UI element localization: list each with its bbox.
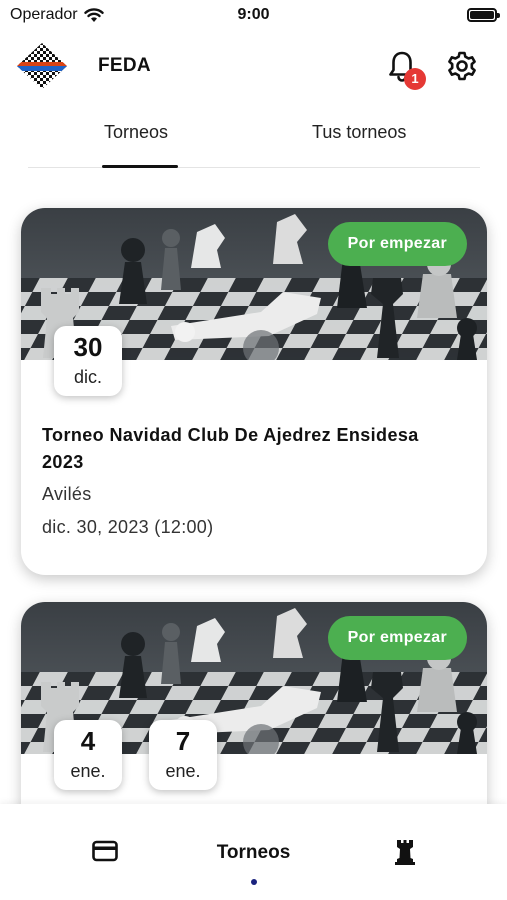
date-month: ene. [165, 761, 201, 781]
date-day: 4 [80, 726, 96, 756]
app-bar: FEDA 1 [0, 38, 507, 94]
feda-logo [17, 43, 67, 89]
active-tab-indicator [102, 165, 178, 168]
date-day: 7 [175, 726, 191, 756]
tournament-city: Avilés [42, 484, 92, 504]
start-date-box: 4 ene. [54, 720, 122, 790]
tab-bar: Torneos Tus torneos [28, 110, 480, 168]
date-day: 30 [73, 332, 103, 362]
active-nav-indicator [251, 879, 257, 885]
notification-badge: 1 [404, 68, 426, 90]
tournament-card[interactable]: Por empezar 30 dic. Torneo Navidad Club … [21, 208, 487, 575]
status-badge: Por empezar [327, 222, 467, 266]
clock: 9:00 [237, 6, 270, 23]
tournament-card[interactable]: Por empezar 4 ene. 7 ene. [21, 602, 487, 832]
tournament-title: Torneo Navidad Club De Ajedrez Ensidesa … [42, 425, 419, 472]
chess-rook-icon[interactable] [394, 838, 416, 866]
status-badge: Por empezar [327, 616, 467, 660]
battery-icon [467, 8, 500, 22]
tab-tus-torneos[interactable]: Tus torneos [312, 122, 406, 143]
status-bar: Operador 9:00 [0, 0, 507, 30]
tournament-datetime: dic. 30, 2023 (12:00) [42, 517, 214, 537]
bottom-nav: Torneos [0, 804, 507, 900]
end-date-box: 7 ene. [149, 720, 217, 790]
date-box: 30 dic. [54, 326, 122, 396]
gear-icon[interactable] [446, 50, 478, 82]
nav-torneos[interactable]: Torneos [0, 842, 507, 864]
date-month: dic. [73, 367, 102, 387]
date-month: ene. [70, 761, 106, 781]
tab-torneos[interactable]: Torneos [104, 122, 168, 143]
app-title: FEDA [98, 55, 151, 76]
